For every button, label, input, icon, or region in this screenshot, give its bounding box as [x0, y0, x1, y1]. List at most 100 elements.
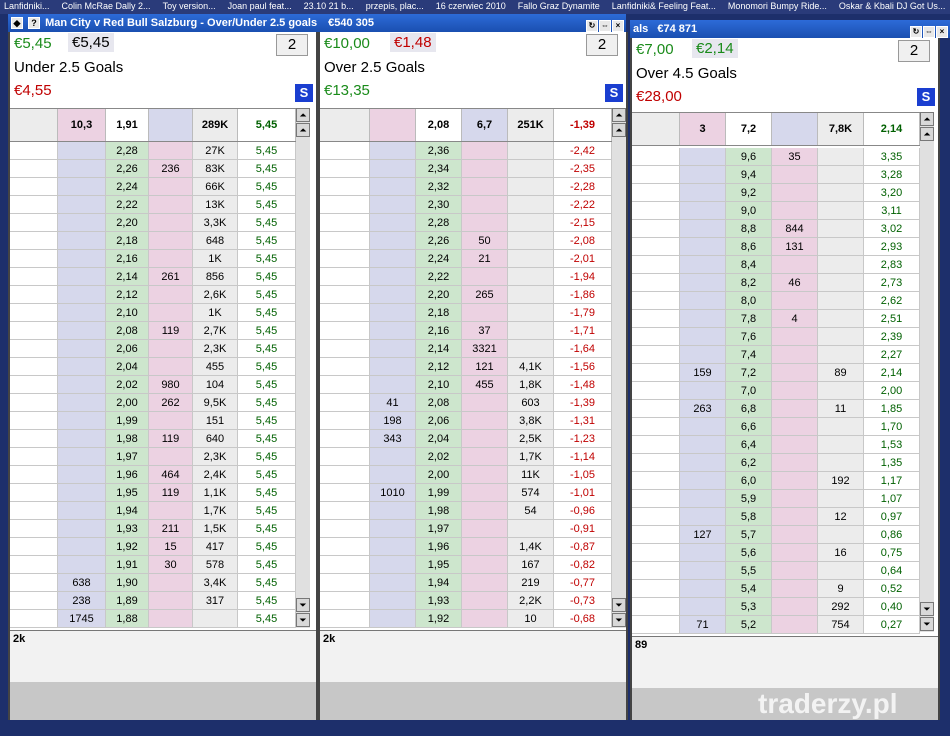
selection-count[interactable]: 2: [586, 34, 618, 56]
lay-cell[interactable]: [149, 340, 193, 358]
back-cell[interactable]: [58, 466, 106, 484]
ladder-row[interactable]: 2,08 119 2,7K 5,45: [10, 322, 296, 340]
ladder-row[interactable]: 2,16 37 -1,71: [320, 322, 612, 340]
back-cell[interactable]: [58, 250, 106, 268]
back-cell[interactable]: [680, 472, 726, 490]
ladder-row[interactable]: 159 7,2 89 2,14: [632, 364, 920, 382]
back-cell[interactable]: [370, 232, 416, 250]
lay-cell[interactable]: [462, 430, 508, 448]
scroll-down-icon[interactable]: ⏷: [296, 598, 310, 612]
ladder-row[interactable]: 1,98 119 640 5,45: [10, 430, 296, 448]
back-cell[interactable]: [370, 160, 416, 178]
lay-cell[interactable]: 844: [772, 220, 818, 238]
lay-cell[interactable]: [149, 358, 193, 376]
lay-cell[interactable]: [149, 286, 193, 304]
ladder-row[interactable]: 198 2,06 3,8K -1,31: [320, 412, 612, 430]
taskbar-item[interactable]: Lanfidniki& Feeling Feat...: [612, 1, 716, 11]
lay-cell[interactable]: 980: [149, 376, 193, 394]
back-cell[interactable]: [680, 256, 726, 274]
back-cell[interactable]: [58, 322, 106, 340]
back-cell[interactable]: 238: [58, 592, 106, 610]
lay-cell[interactable]: [772, 544, 818, 562]
lay-cell[interactable]: [462, 502, 508, 520]
taskbar-item[interactable]: Toy version...: [163, 1, 216, 11]
back-cell[interactable]: [370, 520, 416, 538]
lay-stake[interactable]: €2,14: [692, 39, 738, 58]
lay-cell[interactable]: 50: [462, 232, 508, 250]
column-header-cell[interactable]: 5,45: [238, 109, 296, 141]
stop-button[interactable]: S: [605, 84, 623, 102]
selection-count[interactable]: 2: [276, 34, 308, 56]
ladder-row[interactable]: 2,34 -2,35: [320, 160, 612, 178]
back-cell[interactable]: [58, 520, 106, 538]
back-cell[interactable]: [58, 358, 106, 376]
back-cell[interactable]: [370, 574, 416, 592]
column-header-cell[interactable]: [149, 109, 193, 141]
lay-cell[interactable]: 4: [772, 310, 818, 328]
lay-cell[interactable]: [772, 454, 818, 472]
scroll-down-icon[interactable]: ⏷: [612, 598, 626, 612]
ladder-scrollbar[interactable]: ⏶ ⏶ ⏷ ⏷: [920, 112, 934, 632]
lay-cell[interactable]: [149, 574, 193, 592]
column-header-cell[interactable]: [632, 113, 680, 145]
lay-cell[interactable]: [772, 436, 818, 454]
ladder-row[interactable]: 2,02 1,7K -1,14: [320, 448, 612, 466]
back-cell[interactable]: [680, 166, 726, 184]
back-cell[interactable]: [58, 430, 106, 448]
back-cell[interactable]: [370, 376, 416, 394]
taskbar-item[interactable]: przepis, plac...: [366, 1, 424, 11]
ladder-row[interactable]: 6,0 192 1,17: [632, 472, 920, 490]
ladder-row[interactable]: 1,92 15 417 5,45: [10, 538, 296, 556]
ladder-row[interactable]: 2,32 -2,28: [320, 178, 612, 196]
lay-cell[interactable]: 119: [149, 322, 193, 340]
back-cell[interactable]: [680, 220, 726, 238]
back-cell[interactable]: [680, 274, 726, 292]
lay-cell[interactable]: [462, 466, 508, 484]
lay-cell[interactable]: 37: [462, 322, 508, 340]
taskbar-item[interactable]: Fallo Graz Dynamite: [518, 1, 600, 11]
column-header-cell[interactable]: 7,8K: [818, 113, 864, 145]
lay-cell[interactable]: [462, 448, 508, 466]
taskbar-item[interactable]: Colin McRae Dally 2...: [62, 1, 151, 11]
ladder-row[interactable]: 2,00 262 9,5K 5,45: [10, 394, 296, 412]
ladder-row[interactable]: 2,36 -2,42: [320, 142, 612, 160]
back-cell[interactable]: [58, 412, 106, 430]
ladder-row[interactable]: 263 6,8 11 1,85: [632, 400, 920, 418]
ladder-row[interactable]: 2,28 -2,15: [320, 214, 612, 232]
ladder-row[interactable]: 6,2 1,35: [632, 454, 920, 472]
back-cell[interactable]: [680, 382, 726, 400]
back-cell[interactable]: [680, 346, 726, 364]
lay-cell[interactable]: [772, 472, 818, 490]
back-cell[interactable]: [680, 310, 726, 328]
back-cell[interactable]: [370, 502, 416, 520]
back-cell[interactable]: [58, 196, 106, 214]
back-cell[interactable]: [680, 562, 726, 580]
back-cell[interactable]: [58, 178, 106, 196]
back-cell[interactable]: [680, 580, 726, 598]
refresh-icon[interactable]: ↻: [910, 26, 922, 38]
back-cell[interactable]: [58, 502, 106, 520]
lay-cell[interactable]: [149, 232, 193, 250]
back-cell[interactable]: [680, 544, 726, 562]
back-cell[interactable]: [370, 610, 416, 628]
back-cell[interactable]: [680, 418, 726, 436]
column-header-cell[interactable]: [10, 109, 58, 141]
lay-cell[interactable]: 46: [772, 274, 818, 292]
ladder-row[interactable]: 1,96 1,4K -0,87: [320, 538, 612, 556]
ladder-row[interactable]: 2,18 -1,79: [320, 304, 612, 322]
lay-cell[interactable]: [149, 502, 193, 520]
lay-cell[interactable]: [462, 538, 508, 556]
back-cell[interactable]: 159: [680, 364, 726, 382]
column-header-cell[interactable]: 10,3: [58, 109, 106, 141]
back-cell[interactable]: [680, 454, 726, 472]
scroll-down-icon[interactable]: ⏷: [920, 602, 934, 616]
back-cell[interactable]: 41: [370, 394, 416, 412]
scroll-up-icon[interactable]: ⏶: [612, 123, 626, 137]
ladder-row[interactable]: 41 2,08 603 -1,39: [320, 394, 612, 412]
back-cell[interactable]: [680, 148, 726, 166]
column-header-cell[interactable]: [370, 109, 416, 141]
ladder-scrollbar[interactable]: ⏶ ⏶ ⏷ ⏷: [296, 108, 310, 628]
taskbar-item[interactable]: Monomori Bumpy Ride...: [728, 1, 827, 11]
lay-cell[interactable]: [772, 526, 818, 544]
ladder-row[interactable]: 2,20 3,3K 5,45: [10, 214, 296, 232]
